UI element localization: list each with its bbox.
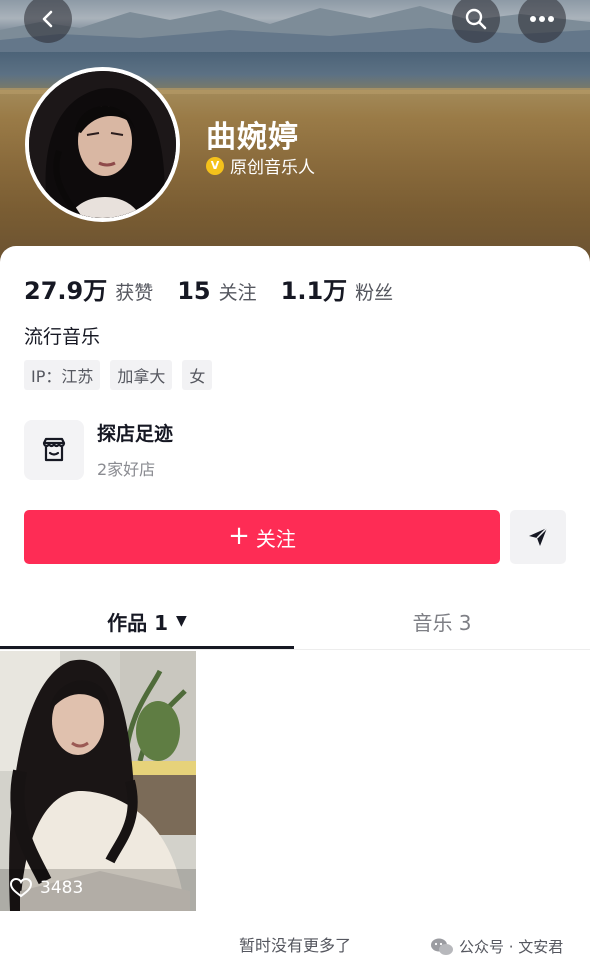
heart-icon [10, 878, 32, 898]
send-arrow-icon [529, 527, 548, 546]
profile-bio: 流行音乐 [24, 326, 101, 348]
stat-likes[interactable]: 27.9万 获赞 [24, 271, 153, 306]
tab-music[interactable]: 音乐 3 [294, 598, 590, 644]
avatar[interactable] [25, 67, 180, 222]
plus-icon: + [228, 520, 250, 551]
stat-likes-label: 获赞 [115, 282, 154, 304]
more-dots-icon [530, 16, 554, 22]
tag-region: 加拿大 [110, 360, 173, 390]
wechat-icon [431, 938, 453, 955]
verification-label: 原创音乐人 [230, 158, 315, 178]
video-thumbnail[interactable] [0, 651, 196, 911]
send-message-button[interactable] [510, 510, 566, 564]
profile-nickname: 曲婉婷 [206, 120, 299, 155]
profile-stats: 27.9万 获赞 15 关注 1.1万 粉丝 [24, 271, 417, 306]
stat-followers-value: 1.1万 [280, 277, 348, 305]
verified-badge-icon: V [206, 156, 224, 175]
video-likes-count: 3483 [40, 878, 84, 898]
watermark-text: 公众号 · 文安君 [459, 938, 564, 956]
avatar-portrait [29, 71, 176, 218]
tag-ip-location: IP：江苏 [24, 360, 101, 390]
profile-tags: IP：江苏 加拿大 女 [24, 360, 213, 390]
banner-mountains [0, 6, 590, 60]
source-watermark: 公众号 · 文安君 [430, 936, 563, 957]
video-likes: 3483 [10, 878, 83, 898]
chevron-left-icon [42, 10, 53, 28]
follow-button[interactable]: + 关注 [24, 510, 500, 564]
verification: V 原创音乐人 [206, 153, 315, 178]
stat-likes-value: 27.9万 [24, 277, 108, 305]
stat-following-label: 关注 [218, 282, 257, 304]
caret-down-icon: ▼ [176, 613, 187, 629]
tab-works-label: 作品 1 [107, 610, 169, 635]
tab-divider [0, 649, 590, 650]
stat-followers-label: 粉丝 [355, 282, 394, 304]
stat-followers[interactable]: 1.1万 粉丝 [281, 271, 394, 306]
video-frame-image [0, 651, 196, 911]
follow-label: 关注 [255, 526, 296, 551]
shop-text: 探店足迹 2家好店 [97, 419, 173, 480]
shop-title: 探店足迹 [97, 423, 174, 445]
tab-music-label: 音乐 3 [412, 610, 472, 635]
tab-works[interactable]: 作品 1 ▼ [0, 598, 294, 644]
shop-visits-entry[interactable]: 探店足迹 2家好店 [24, 419, 173, 480]
tag-gender: 女 [182, 360, 213, 390]
storefront-icon [24, 419, 84, 480]
shop-subtitle: 2家好店 [97, 460, 156, 479]
stat-following[interactable]: 15 关注 [177, 277, 256, 305]
stat-following-value: 15 [177, 277, 211, 305]
search-icon [465, 8, 487, 30]
